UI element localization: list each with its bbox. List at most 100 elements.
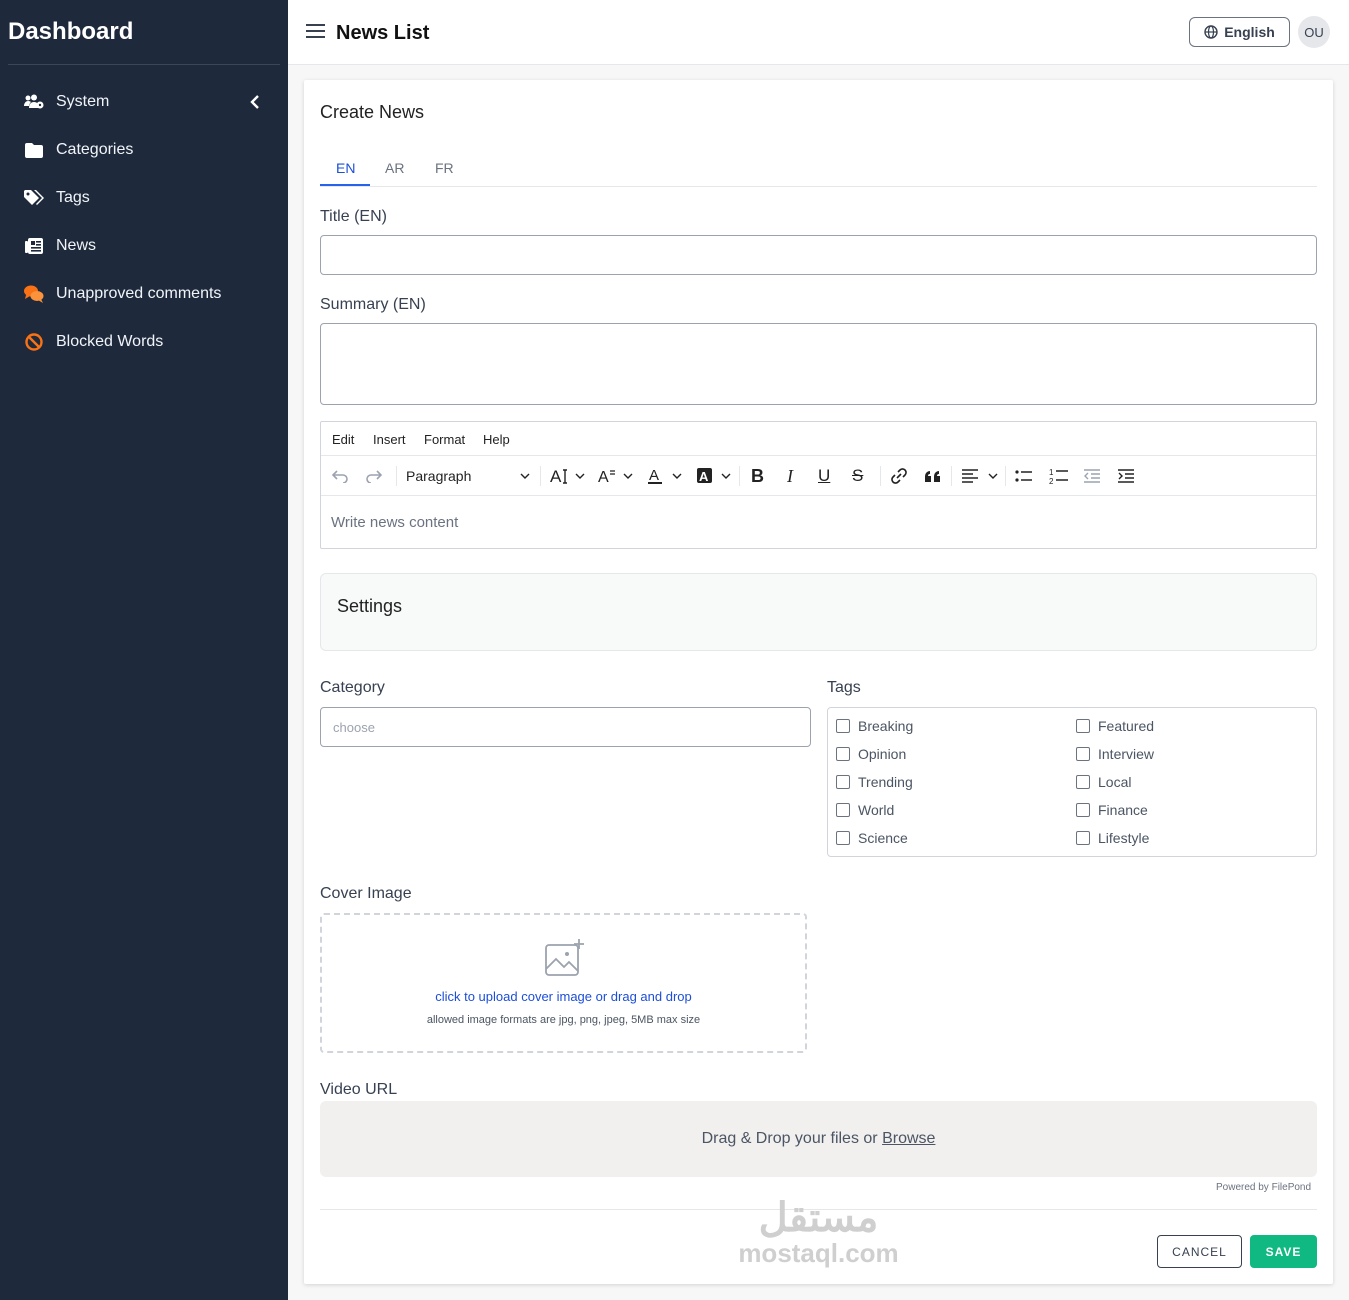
tag-checkbox-trending[interactable]: Trending: [836, 774, 913, 790]
checkbox[interactable]: [836, 803, 850, 817]
tag-label: Lifestyle: [1098, 830, 1150, 846]
align-icon[interactable]: [961, 464, 999, 488]
bullet-list-icon[interactable]: [1015, 464, 1033, 488]
tag-checkbox-finance[interactable]: Finance: [1076, 802, 1148, 818]
create-news-card: Create News EN AR FR Title (EN) Summary …: [304, 80, 1333, 1284]
newspaper-icon: [24, 236, 44, 256]
sidebar-item-blocked-words[interactable]: Blocked Words: [24, 326, 272, 358]
video-url-label: Video URL: [320, 1081, 398, 1098]
tag-checkbox-world[interactable]: World: [836, 802, 894, 818]
chevron-left-icon[interactable]: [250, 94, 260, 115]
video-dropzone[interactable]: Drag & Drop your files or Browse: [320, 1101, 1317, 1177]
tags-checkbox-group: Breaking Featured Opinion Interview Tren…: [827, 707, 1317, 857]
menu-edit[interactable]: Edit: [332, 432, 354, 447]
tag-label: Finance: [1098, 802, 1148, 818]
cover-upload-link[interactable]: click to upload cover image or drag and …: [322, 989, 805, 1004]
text-color-icon[interactable]: A: [648, 464, 684, 488]
tag-checkbox-science[interactable]: Science: [836, 830, 908, 846]
category-placeholder: choose: [333, 720, 375, 735]
tag-checkbox-lifestyle[interactable]: Lifestyle: [1076, 830, 1149, 846]
cover-image-label: Cover Image: [320, 885, 412, 902]
sidebar-item-label: Unapproved comments: [56, 285, 222, 302]
tab-ar[interactable]: AR: [385, 160, 404, 176]
checkbox[interactable]: [836, 831, 850, 845]
redo-icon[interactable]: [365, 464, 383, 488]
sidebar-item-label: System: [56, 93, 110, 110]
avatar[interactable]: OU: [1298, 16, 1330, 48]
bold-icon[interactable]: B: [751, 464, 764, 488]
link-icon[interactable]: [890, 464, 908, 488]
numbered-list-icon[interactable]: 12: [1049, 464, 1069, 488]
sidebar-item-news[interactable]: News: [24, 230, 272, 262]
block-format-select[interactable]: Paragraph: [406, 464, 530, 488]
menu-insert[interactable]: Insert: [373, 432, 406, 447]
checkbox[interactable]: [1076, 803, 1090, 817]
checkbox[interactable]: [836, 775, 850, 789]
toolbar-separator: [540, 466, 541, 486]
sidebar-item-system[interactable]: System: [24, 86, 272, 118]
underline-icon[interactable]: U: [818, 464, 830, 488]
summary-textarea[interactable]: [320, 323, 1317, 405]
sidebar-item-categories[interactable]: Categories: [24, 134, 272, 166]
save-button[interactable]: SAVE: [1250, 1235, 1317, 1268]
checkbox[interactable]: [836, 719, 850, 733]
toolbar-separator: [951, 466, 952, 486]
hamburger-menu-icon[interactable]: [306, 23, 326, 41]
language-label: English: [1224, 24, 1275, 40]
category-select[interactable]: choose: [320, 707, 811, 747]
checkbox[interactable]: [1076, 775, 1090, 789]
line-height-icon[interactable]: A: [598, 464, 634, 488]
italic-icon[interactable]: I: [787, 464, 793, 488]
svg-text:2: 2: [1049, 477, 1054, 485]
tag-checkbox-interview[interactable]: Interview: [1076, 746, 1154, 762]
ban-icon: [24, 332, 44, 352]
chevron-down-icon: [520, 473, 530, 479]
tag-checkbox-featured[interactable]: Featured: [1076, 718, 1154, 734]
checkbox[interactable]: [1076, 747, 1090, 761]
tab-fr[interactable]: FR: [435, 160, 454, 176]
checkbox[interactable]: [836, 747, 850, 761]
title-input[interactable]: [320, 235, 1317, 275]
indent-icon[interactable]: [1117, 464, 1135, 488]
browse-link[interactable]: Browse: [882, 1130, 935, 1148]
watermark-arabic: مستقل: [758, 1196, 879, 1240]
powered-by-filepond[interactable]: Powered by FilePond: [1216, 1182, 1311, 1193]
outdent-icon[interactable]: [1083, 464, 1101, 488]
svg-text:A: A: [550, 467, 562, 485]
strikethrough-icon[interactable]: S: [852, 464, 863, 488]
summary-label: Summary (EN): [320, 296, 426, 313]
menu-format[interactable]: Format: [424, 432, 465, 447]
cover-upload-hint: allowed image formats are jpg, png, jpeg…: [426, 1014, 701, 1026]
topbar: News List English OU: [288, 0, 1349, 65]
cover-image-dropzone[interactable]: click to upload cover image or drag and …: [320, 913, 807, 1053]
font-size-icon[interactable]: A: [550, 464, 586, 488]
sidebar-item-label: Blocked Words: [56, 333, 164, 350]
language-button[interactable]: English: [1189, 17, 1290, 47]
tag-checkbox-breaking[interactable]: Breaking: [836, 718, 913, 734]
checkbox[interactable]: [1076, 719, 1090, 733]
menu-help[interactable]: Help: [483, 432, 510, 447]
editor-content-area[interactable]: Write news content: [331, 514, 458, 531]
blockquote-icon[interactable]: [924, 464, 942, 488]
brand-title: Dashboard: [8, 18, 134, 45]
sidebar-item-tags[interactable]: Tags: [24, 182, 272, 214]
checkbox[interactable]: [1076, 831, 1090, 845]
block-format-label: Paragraph: [406, 468, 472, 484]
toolbar-separator: [1005, 466, 1006, 486]
tag-label: Local: [1098, 774, 1132, 790]
editor-toolbar: Paragraph A A A A B I U S 12: [321, 456, 1316, 496]
highlight-color-icon[interactable]: A: [697, 464, 733, 488]
tag-checkbox-opinion[interactable]: Opinion: [836, 746, 906, 762]
sidebar-item-unapproved-comments[interactable]: Unapproved comments: [24, 278, 272, 310]
tag-checkbox-local[interactable]: Local: [1076, 774, 1131, 790]
tag-label: World: [858, 802, 895, 818]
cancel-button[interactable]: CANCEL: [1157, 1235, 1242, 1268]
undo-icon[interactable]: [331, 464, 349, 488]
active-tab-indicator: [320, 184, 370, 186]
globe-icon: [1204, 25, 1218, 39]
video-drop-text: Drag & Drop your files or: [701, 1130, 878, 1147]
tab-en[interactable]: EN: [336, 160, 355, 176]
language-tabs: EN AR FR: [320, 152, 1317, 187]
settings-title: Settings: [337, 596, 403, 616]
svg-text:1: 1: [1049, 468, 1054, 477]
